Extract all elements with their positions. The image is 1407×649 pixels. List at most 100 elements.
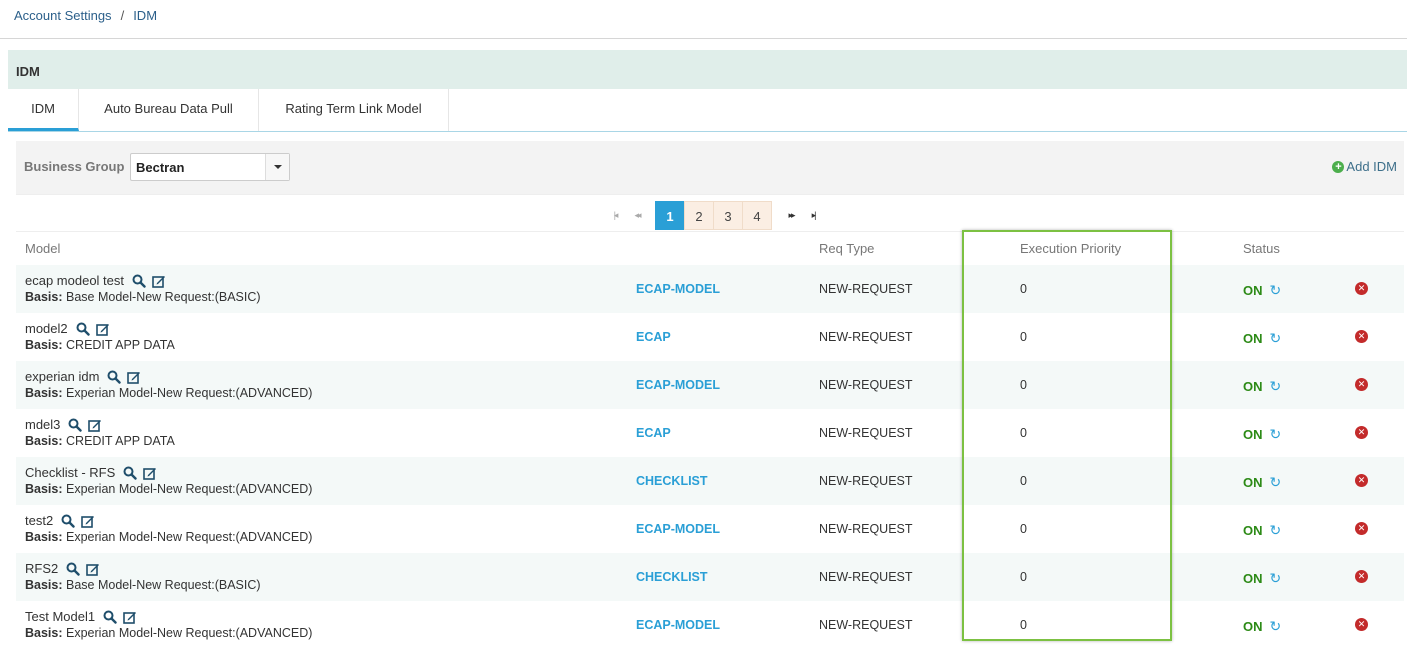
basis-label: Basis: bbox=[25, 626, 63, 640]
model-basis: Basis: Base Model-New Request:(BASIC) bbox=[25, 578, 261, 592]
table-header: Model Req Type Execution Priority Status bbox=[16, 232, 1404, 265]
breadcrumb-account-settings[interactable]: Account Settings bbox=[14, 8, 112, 23]
idm-content: Business Group Bectran + Add IDM |◂ ◂◂ 1… bbox=[16, 141, 1404, 649]
status-badge: ON ↻ bbox=[1243, 570, 1281, 587]
refresh-icon[interactable]: ↻ bbox=[1270, 522, 1282, 539]
edit-icon[interactable] bbox=[152, 274, 166, 288]
model-name-text: model2 bbox=[25, 321, 68, 336]
model-type-link[interactable]: ECAP-MODEL bbox=[636, 378, 720, 392]
delete-icon[interactable]: ✕ bbox=[1355, 426, 1368, 439]
model-name: Checklist - RFS bbox=[25, 465, 157, 480]
select-toggle[interactable] bbox=[265, 154, 289, 180]
req-type: NEW-REQUEST bbox=[819, 426, 913, 440]
tab-idm[interactable]: IDM bbox=[8, 89, 79, 131]
refresh-icon[interactable]: ↻ bbox=[1270, 282, 1282, 299]
pagination-row: |◂ ◂◂ 1 2 3 4 ▸▸ ▸| bbox=[16, 194, 1404, 232]
page-button-2[interactable]: 2 bbox=[684, 201, 714, 230]
breadcrumb-separator: / bbox=[120, 8, 125, 23]
col-req-type[interactable]: Req Type bbox=[819, 241, 874, 256]
delete-icon[interactable]: ✕ bbox=[1355, 618, 1368, 631]
status-badge: ON ↻ bbox=[1243, 282, 1281, 299]
model-type-link[interactable]: ECAP-MODEL bbox=[636, 522, 720, 536]
execution-priority: 0 bbox=[1020, 474, 1027, 488]
refresh-icon[interactable]: ↻ bbox=[1270, 474, 1282, 491]
col-model[interactable]: Model bbox=[25, 241, 60, 256]
edit-icon[interactable] bbox=[86, 562, 100, 576]
edit-icon[interactable] bbox=[143, 466, 157, 480]
model-type-link[interactable]: ECAP bbox=[636, 426, 671, 440]
status-badge: ON ↻ bbox=[1243, 378, 1281, 395]
idm-table: |◂ ◂◂ 1 2 3 4 ▸▸ ▸| Model Req Type Execu… bbox=[16, 194, 1404, 649]
search-icon[interactable] bbox=[107, 370, 122, 384]
breadcrumb: Account Settings / IDM bbox=[14, 8, 157, 23]
search-icon[interactable] bbox=[76, 322, 90, 336]
refresh-icon[interactable]: ↻ bbox=[1270, 618, 1282, 635]
table-row: Test Model1 Basis: Experian Model-New Req… bbox=[16, 601, 1404, 649]
model-basis: Basis: CREDIT APP DATA bbox=[25, 338, 175, 352]
tab-rating-term-link-model[interactable]: Rating Term Link Model bbox=[259, 89, 449, 131]
model-type-link[interactable]: CHECKLIST bbox=[636, 570, 708, 584]
model-basis: Basis: Experian Model-New Request:(ADVAN… bbox=[25, 482, 312, 496]
search-icon[interactable] bbox=[66, 562, 80, 576]
basis-label: Basis: bbox=[25, 578, 63, 592]
edit-icon[interactable] bbox=[127, 370, 141, 384]
table-row: RFS2 Basis: Base Model-New Request:(BASIC… bbox=[16, 553, 1404, 601]
col-status[interactable]: Status bbox=[1243, 241, 1280, 256]
delete-icon[interactable]: ✕ bbox=[1355, 330, 1368, 343]
page-button-1[interactable]: 1 bbox=[655, 201, 685, 230]
caret-down-icon bbox=[274, 165, 282, 169]
basis-label: Basis: bbox=[25, 338, 63, 352]
edit-icon[interactable] bbox=[88, 418, 102, 432]
edit-icon[interactable] bbox=[123, 610, 137, 624]
tab-auto-bureau-data-pull[interactable]: Auto Bureau Data Pull bbox=[79, 89, 259, 131]
delete-icon[interactable]: ✕ bbox=[1355, 522, 1368, 535]
business-group-value: Bectran bbox=[136, 160, 185, 175]
delete-icon[interactable]: ✕ bbox=[1355, 378, 1368, 391]
model-type-link[interactable]: ECAP-MODEL bbox=[636, 282, 720, 296]
delete-icon[interactable]: ✕ bbox=[1355, 474, 1368, 487]
model-type-link[interactable]: ECAP bbox=[636, 330, 671, 344]
model-name: model2 bbox=[25, 321, 110, 336]
model-name: experian idm bbox=[25, 369, 141, 384]
add-idm-button[interactable]: + Add IDM bbox=[1332, 159, 1397, 174]
search-icon[interactable] bbox=[132, 274, 146, 288]
model-basis: Basis: Experian Model-New Request:(ADVAN… bbox=[25, 386, 312, 400]
pagination: |◂ ◂◂ 1 2 3 4 ▸▸ ▸| bbox=[604, 201, 824, 230]
model-name-text: experian idm bbox=[25, 369, 100, 384]
search-icon[interactable] bbox=[61, 514, 75, 528]
req-type: NEW-REQUEST bbox=[819, 522, 913, 536]
search-icon[interactable] bbox=[103, 610, 117, 624]
delete-icon[interactable]: ✕ bbox=[1355, 282, 1368, 295]
page-button-3[interactable]: 3 bbox=[713, 201, 743, 230]
search-icon[interactable] bbox=[123, 466, 137, 480]
refresh-icon[interactable]: ↻ bbox=[1270, 426, 1282, 443]
business-group-select[interactable]: Bectran bbox=[130, 153, 290, 181]
refresh-icon[interactable]: ↻ bbox=[1270, 330, 1282, 347]
status-text: ON bbox=[1243, 523, 1263, 538]
prev-page-icon[interactable]: ◂◂ bbox=[626, 210, 648, 221]
first-page-icon[interactable]: |◂ bbox=[604, 210, 626, 221]
edit-icon[interactable] bbox=[95, 322, 110, 336]
execution-priority: 0 bbox=[1020, 618, 1027, 632]
edit-icon[interactable] bbox=[81, 514, 95, 528]
basis-label: Basis: bbox=[25, 482, 63, 496]
basis-value: CREDIT APP DATA bbox=[66, 434, 175, 448]
model-name-text: Test Model1 bbox=[25, 609, 96, 624]
page-button-4[interactable]: 4 bbox=[742, 201, 772, 230]
last-page-icon[interactable]: ▸| bbox=[802, 210, 824, 221]
refresh-icon[interactable]: ↻ bbox=[1270, 570, 1282, 587]
model-type-link[interactable]: ECAP-MODEL bbox=[636, 618, 720, 632]
model-name-text: test2 bbox=[25, 513, 54, 528]
execution-priority: 0 bbox=[1020, 378, 1027, 392]
delete-icon[interactable]: ✕ bbox=[1355, 570, 1368, 583]
status-badge: ON ↻ bbox=[1243, 618, 1281, 635]
col-execution-priority[interactable]: Execution Priority bbox=[1020, 241, 1121, 256]
next-page-icon[interactable]: ▸▸ bbox=[780, 210, 802, 221]
execution-priority: 0 bbox=[1020, 330, 1027, 344]
model-basis: Basis: Experian Model-New Request:(ADVAN… bbox=[25, 530, 312, 544]
model-name: ecap modeol test bbox=[25, 273, 166, 288]
search-icon[interactable] bbox=[68, 418, 83, 432]
refresh-icon[interactable]: ↻ bbox=[1270, 378, 1282, 395]
execution-priority: 0 bbox=[1020, 282, 1027, 296]
model-type-link[interactable]: CHECKLIST bbox=[636, 474, 708, 488]
